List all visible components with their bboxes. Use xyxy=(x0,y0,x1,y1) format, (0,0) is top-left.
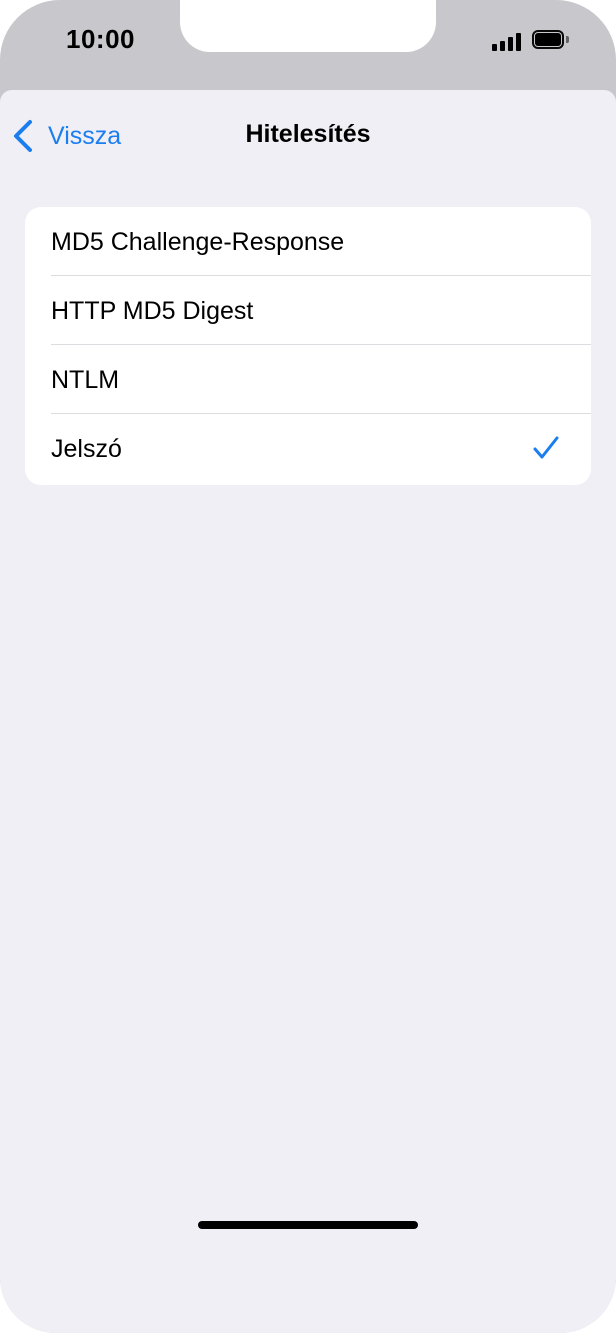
page-title: Hitelesítés xyxy=(245,120,371,148)
phone-frame: 10:00 Vissza Hitelesítés MD5 Challenge-R… xyxy=(0,0,616,1333)
status-bar: 10:00 xyxy=(0,0,616,90)
navigation-bar: Vissza Hitelesítés xyxy=(0,90,616,180)
checkmark-icon xyxy=(533,436,559,459)
cellular-signal-icon xyxy=(492,31,524,51)
status-time: 10:00 xyxy=(66,24,135,54)
list-item-md5-challenge-response[interactable]: MD5 Challenge-Response xyxy=(25,207,591,276)
list-item-ntlm[interactable]: NTLM xyxy=(25,345,591,414)
list-item-label: MD5 Challenge-Response xyxy=(51,228,345,256)
home-indicator[interactable] xyxy=(198,1221,418,1229)
settings-sheet: Vissza Hitelesítés MD5 Challenge-Respons… xyxy=(0,90,616,1333)
list-item-label: Jelszó xyxy=(51,435,122,463)
battery-full-icon xyxy=(532,30,570,51)
list-item-label: HTTP MD5 Digest xyxy=(51,297,254,325)
list-item-jelszo[interactable]: Jelszó xyxy=(25,414,591,483)
list-item-label: NTLM xyxy=(51,366,120,394)
list-item-http-md5-digest[interactable]: HTTP MD5 Digest xyxy=(25,276,591,345)
authentication-options-list: MD5 Challenge-Response HTTP MD5 Digest N… xyxy=(25,207,591,485)
